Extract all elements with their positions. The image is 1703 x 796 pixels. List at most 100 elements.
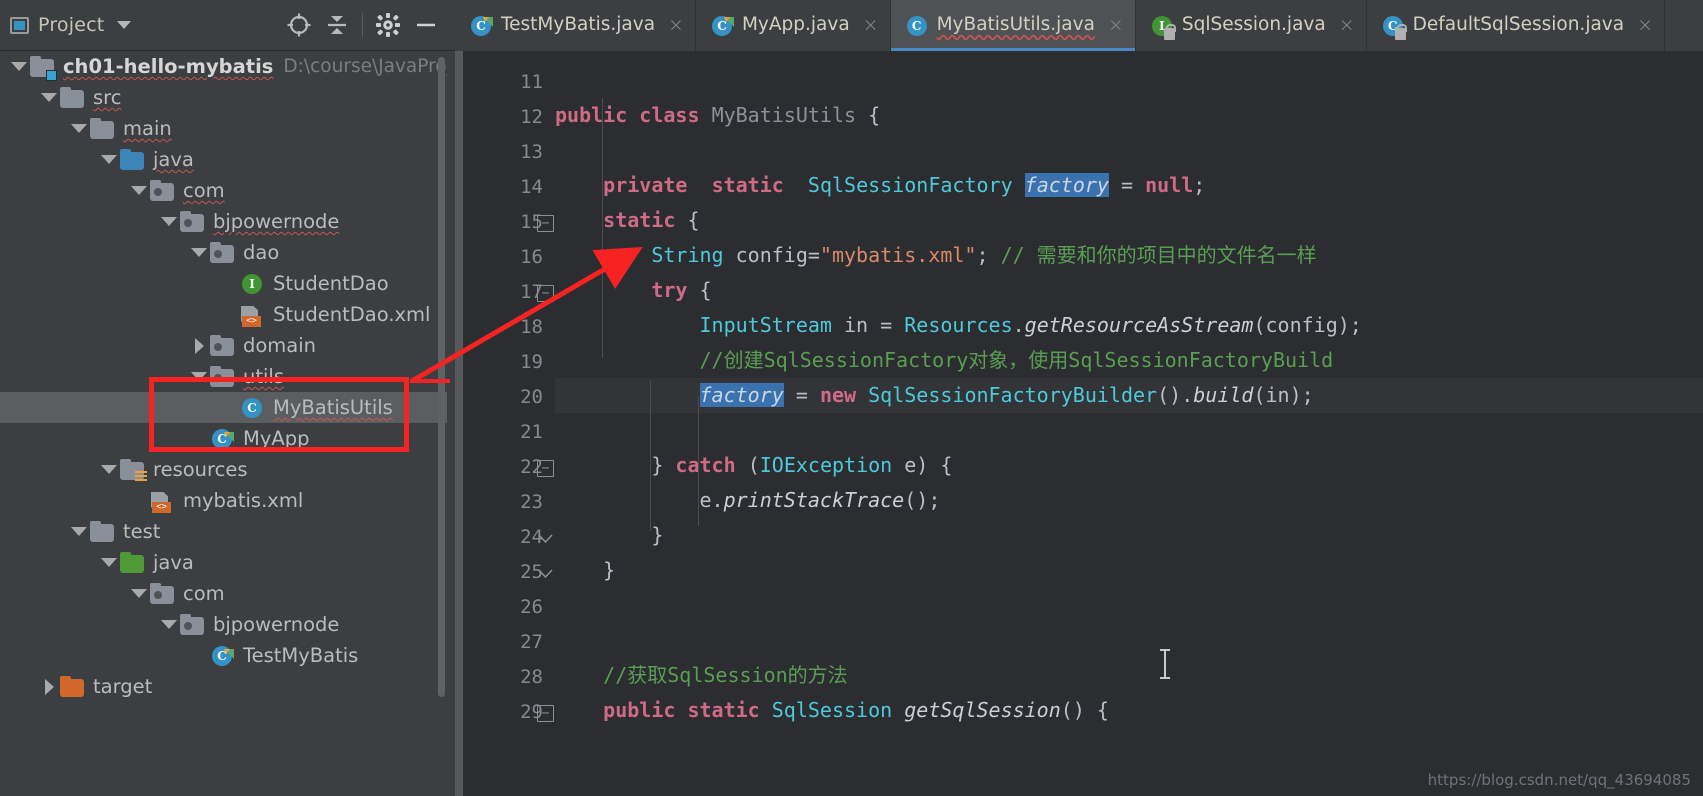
tree-row-target[interactable]: target [0,671,447,702]
tree-row-bjpowernode[interactable]: bjpowernode [0,206,447,237]
tree-row-label: StudentDao.xml [273,302,431,326]
package-icon [210,365,236,388]
triangle-down-icon[interactable] [128,175,150,206]
minimize-icon[interactable] [407,7,445,43]
code-fold-toggle[interactable]: − [537,460,554,477]
java-interface-icon: I [240,273,266,295]
tree-row-studentdao-xml[interactable]: <> StudentDao.xml [0,299,447,330]
code-editor[interactable]: 11 12 13 14 15−16 17−18 19 20 21 22−23 24 25 26 27 28 2… [455,51,1703,796]
editor-gutter[interactable]: 11 12 13 14 15−16 17−18 19 20 21 22−23 24 25 26 27 28 2… [455,51,555,796]
triangle-down-icon[interactable] [98,454,120,485]
tree-row-label: java [153,147,194,171]
tab-label: TestMyBatis.java [501,14,656,36]
triangle-down-icon[interactable] [68,113,90,144]
close-icon[interactable]: × [1108,16,1124,35]
code-line: InputStream in = Resources.getResourceAs… [699,313,1362,337]
line-number: 19 [520,351,543,373]
editor-tab-defaultsqlsession-java[interactable]: C DefaultSqlSession.java × [1366,0,1665,51]
close-icon[interactable]: × [1339,16,1355,35]
tree-row-com[interactable]: com [0,175,447,206]
tree-row-resources[interactable]: resources [0,454,447,485]
tree-row-java[interactable]: java [0,144,447,175]
editor-tab-testmybatis-java[interactable]: C TestMyBatis.java × [455,0,696,51]
tree-row-label: bjpowernode [213,209,340,233]
triangle-down-icon[interactable] [68,516,90,547]
tree-row-label: main [123,116,172,140]
line-number: 29 [520,701,543,723]
tree-row-myapp[interactable]: C MyApp [0,423,447,454]
editor-tab-mybatisutils-java[interactable]: C MyBatisUtils.java × [890,0,1136,51]
tree-scrollbar[interactable] [438,57,445,697]
project-tool-window-title: Project [38,14,105,36]
java-class-icon: C [906,15,928,37]
collapse-all-icon[interactable] [318,7,356,43]
tree-row-test[interactable]: test [0,516,447,547]
code-line: } catch (IOException e) { [651,453,953,477]
tree-row-label: ch01-hello-mybatis [63,54,274,78]
triangle-down-icon[interactable] [38,82,60,113]
tree-row-java[interactable]: java [0,547,447,578]
editor-tab-sqlsession-java[interactable]: I SqlSession.java × [1135,0,1367,51]
tree-row-bjpowernode[interactable]: bjpowernode [0,609,447,640]
tree-row-utils[interactable]: utils [0,361,447,392]
close-icon[interactable]: × [863,16,879,35]
triangle-down-icon[interactable] [98,144,120,175]
indent-guide [650,381,651,531]
java-class-icon: C [1382,15,1407,40]
code-fold-toggle[interactable]: − [537,215,554,232]
crosshair-locate-icon[interactable] [280,7,318,43]
tree-row-studentdao[interactable]: I StudentDao [0,268,447,299]
tree-row-main[interactable]: main [0,113,447,144]
editor-tab-myapp-java[interactable]: C MyApp.java × [695,0,891,51]
folder-icon [90,520,116,543]
indent-guide [698,396,699,526]
tree-row-domain[interactable]: domain [0,330,447,361]
triangle-down-icon[interactable] [158,609,180,640]
line-number: 24 [520,526,543,548]
tree-row-testmybatis[interactable]: C TestMyBatis [0,640,447,671]
triangle-down-icon[interactable] [188,361,210,392]
test-source-folder-icon [120,551,146,574]
gear-icon[interactable] [369,7,407,43]
close-icon[interactable]: × [1637,16,1653,35]
xml-file-icon: <> [240,304,266,327]
java-interface-icon: I [241,273,263,295]
triangle-down-icon[interactable] [98,547,120,578]
tree-row-label: resources [153,457,248,481]
close-icon[interactable]: × [668,16,684,35]
code-fold-toggle[interactable]: − [537,705,554,722]
project-tree[interactable]: ch01-hello-mybatis D:\course\JavaProjects… [0,51,447,796]
triangle-right-icon[interactable] [38,671,60,702]
tree-row-label: MyApp [243,426,310,450]
tree-row-mybatis-xml[interactable]: <> mybatis.xml [0,485,447,516]
tool-window-splitter[interactable] [447,51,455,796]
triangle-down-icon[interactable] [158,206,180,237]
code-fold-toggle[interactable] [537,565,554,582]
run-marker-icon [223,426,235,442]
triangle-down-icon[interactable] [188,237,210,268]
line-number: 14 [520,176,543,198]
tree-row-label: src [93,85,122,109]
editor-code-area[interactable]: public class MyBatisUtils { private stat… [555,51,1703,796]
triangle-right-icon[interactable] [188,330,210,361]
triangle-down-icon[interactable] [128,578,150,609]
project-window-icon [10,16,29,34]
tree-row-src[interactable]: src [0,82,447,113]
top-bar: Project C TestMyBatis.java × C MyApp.jav… [0,0,1703,51]
chevron-down-icon[interactable] [117,21,132,29]
tree-row-label: target [93,674,153,698]
tree-row-dao[interactable]: dao [0,237,447,268]
line-number: 13 [520,141,543,163]
tree-row-label: java [153,550,194,574]
code-fold-toggle[interactable]: − [537,285,554,302]
tree-row-com[interactable]: com [0,578,447,609]
triangle-down-icon[interactable] [8,51,30,82]
tree-row-mybatisutils[interactable]: C MyBatisUtils [0,392,447,423]
line-number: 22 [520,456,543,478]
code-fold-toggle[interactable] [537,530,554,547]
tree-row-ch01-hello-mybatis[interactable]: ch01-hello-mybatis D:\course\JavaProjects… [0,51,447,82]
code-line: try { [651,278,712,302]
